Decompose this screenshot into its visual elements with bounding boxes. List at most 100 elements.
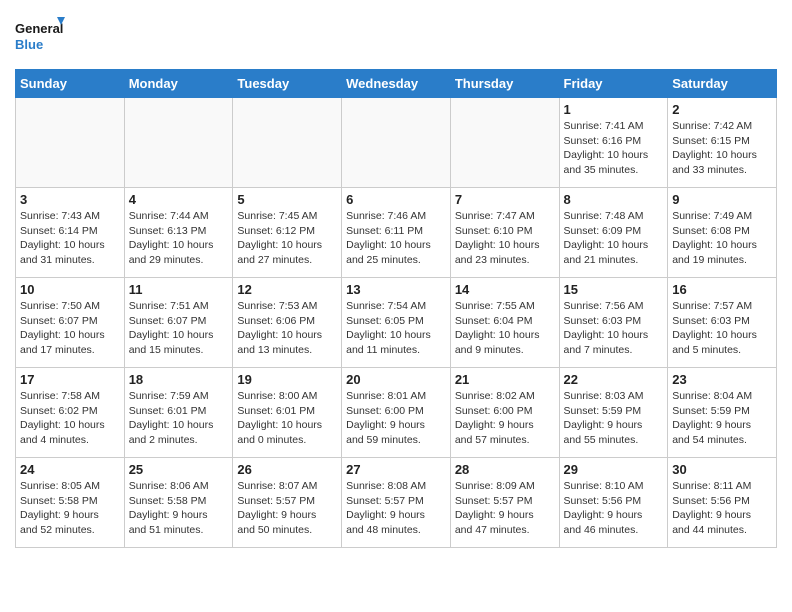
day-info: Sunrise: 8:01 AM Sunset: 6:00 PM Dayligh… <box>346 389 446 448</box>
day-number: 19 <box>237 372 337 387</box>
day-number: 12 <box>237 282 337 297</box>
svg-text:Blue: Blue <box>15 37 43 52</box>
day-cell: 5 Sunrise: 7:45 AM Sunset: 6:12 PM Daylig… <box>233 188 342 278</box>
day-number: 14 <box>455 282 555 297</box>
day-cell: 15 Sunrise: 7:56 AM Sunset: 6:03 PM Dayli… <box>559 278 668 368</box>
day-number: 27 <box>346 462 446 477</box>
day-cell: 26 Sunrise: 8:07 AM Sunset: 5:57 PM Dayli… <box>233 458 342 548</box>
col-header-saturday: Saturday <box>668 70 777 98</box>
day-cell: 25 Sunrise: 8:06 AM Sunset: 5:58 PM Dayli… <box>124 458 233 548</box>
day-number: 20 <box>346 372 446 387</box>
day-cell: 14 Sunrise: 7:55 AM Sunset: 6:04 PM Dayli… <box>450 278 559 368</box>
day-info: Sunrise: 7:49 AM Sunset: 6:08 PM Dayligh… <box>672 209 772 268</box>
day-cell: 11 Sunrise: 7:51 AM Sunset: 6:07 PM Dayli… <box>124 278 233 368</box>
day-cell: 29 Sunrise: 8:10 AM Sunset: 5:56 PM Dayli… <box>559 458 668 548</box>
day-info: Sunrise: 8:00 AM Sunset: 6:01 PM Dayligh… <box>237 389 337 448</box>
day-number: 9 <box>672 192 772 207</box>
day-number: 16 <box>672 282 772 297</box>
day-info: Sunrise: 8:09 AM Sunset: 5:57 PM Dayligh… <box>455 479 555 538</box>
day-number: 18 <box>129 372 229 387</box>
day-cell <box>450 98 559 188</box>
day-number: 28 <box>455 462 555 477</box>
day-number: 13 <box>346 282 446 297</box>
day-cell: 13 Sunrise: 7:54 AM Sunset: 6:05 PM Dayli… <box>342 278 451 368</box>
day-info: Sunrise: 7:48 AM Sunset: 6:09 PM Dayligh… <box>564 209 664 268</box>
day-cell: 3 Sunrise: 7:43 AM Sunset: 6:14 PM Daylig… <box>16 188 125 278</box>
col-header-tuesday: Tuesday <box>233 70 342 98</box>
day-info: Sunrise: 8:10 AM Sunset: 5:56 PM Dayligh… <box>564 479 664 538</box>
svg-text:General: General <box>15 21 63 36</box>
day-cell: 24Sunrise: 8:05 AM Sunset: 5:58 PM Dayli… <box>16 458 125 548</box>
col-header-wednesday: Wednesday <box>342 70 451 98</box>
day-info: Sunrise: 7:43 AM Sunset: 6:14 PM Dayligh… <box>20 209 120 268</box>
day-number: 5 <box>237 192 337 207</box>
day-info: Sunrise: 7:42 AM Sunset: 6:15 PM Dayligh… <box>672 119 772 178</box>
day-cell: 22Sunrise: 8:03 AM Sunset: 5:59 PM Dayli… <box>559 368 668 458</box>
day-info: Sunrise: 7:54 AM Sunset: 6:05 PM Dayligh… <box>346 299 446 358</box>
day-info: Sunrise: 7:57 AM Sunset: 6:03 PM Dayligh… <box>672 299 772 358</box>
day-info: Sunrise: 7:51 AM Sunset: 6:07 PM Dayligh… <box>129 299 229 358</box>
day-cell: 10 Sunrise: 7:50 AM Sunset: 6:07 PM Dayli… <box>16 278 125 368</box>
day-info: Sunrise: 7:50 AM Sunset: 6:07 PM Dayligh… <box>20 299 120 358</box>
day-info: Sunrise: 7:45 AM Sunset: 6:12 PM Dayligh… <box>237 209 337 268</box>
day-cell <box>233 98 342 188</box>
day-number: 25 <box>129 462 229 477</box>
day-cell: 16 Sunrise: 7:57 AM Sunset: 6:03 PM Dayli… <box>668 278 777 368</box>
day-info: Sunrise: 8:03 AM Sunset: 5:59 PM Dayligh… <box>564 389 664 448</box>
day-number: 17 <box>20 372 120 387</box>
day-info: Sunrise: 7:46 AM Sunset: 6:11 PM Dayligh… <box>346 209 446 268</box>
day-cell: 2Sunrise: 7:42 AM Sunset: 6:15 PM Daylig… <box>668 98 777 188</box>
day-cell: 21 Sunrise: 8:02 AM Sunset: 6:00 PM Dayli… <box>450 368 559 458</box>
day-cell: 19 Sunrise: 8:00 AM Sunset: 6:01 PM Dayli… <box>233 368 342 458</box>
day-cell: 8Sunrise: 7:48 AM Sunset: 6:09 PM Daylig… <box>559 188 668 278</box>
col-header-thursday: Thursday <box>450 70 559 98</box>
day-info: Sunrise: 8:05 AM Sunset: 5:58 PM Dayligh… <box>20 479 120 538</box>
day-info: Sunrise: 8:07 AM Sunset: 5:57 PM Dayligh… <box>237 479 337 538</box>
col-header-monday: Monday <box>124 70 233 98</box>
day-number: 10 <box>20 282 120 297</box>
day-cell <box>16 98 125 188</box>
day-cell: 23Sunrise: 8:04 AM Sunset: 5:59 PM Dayli… <box>668 368 777 458</box>
day-number: 3 <box>20 192 120 207</box>
week-row-1: 1Sunrise: 7:41 AM Sunset: 6:16 PM Daylig… <box>16 98 777 188</box>
day-info: Sunrise: 7:58 AM Sunset: 6:02 PM Dayligh… <box>20 389 120 448</box>
day-info: Sunrise: 8:06 AM Sunset: 5:58 PM Dayligh… <box>129 479 229 538</box>
logo-svg: General Blue <box>15 15 65 59</box>
day-info: Sunrise: 7:44 AM Sunset: 6:13 PM Dayligh… <box>129 209 229 268</box>
day-cell: 27 Sunrise: 8:08 AM Sunset: 5:57 PM Dayli… <box>342 458 451 548</box>
day-info: Sunrise: 8:11 AM Sunset: 5:56 PM Dayligh… <box>672 479 772 538</box>
day-cell: 17 Sunrise: 7:58 AM Sunset: 6:02 PM Dayli… <box>16 368 125 458</box>
day-cell: 30Sunrise: 8:11 AM Sunset: 5:56 PM Dayli… <box>668 458 777 548</box>
week-row-3: 10 Sunrise: 7:50 AM Sunset: 6:07 PM Dayli… <box>16 278 777 368</box>
header: General Blue <box>15 15 777 59</box>
calendar-table: SundayMondayTuesdayWednesdayThursdayFrid… <box>15 69 777 548</box>
day-info: Sunrise: 7:55 AM Sunset: 6:04 PM Dayligh… <box>455 299 555 358</box>
day-number: 21 <box>455 372 555 387</box>
day-number: 4 <box>129 192 229 207</box>
day-number: 15 <box>564 282 664 297</box>
day-cell: 28 Sunrise: 8:09 AM Sunset: 5:57 PM Dayli… <box>450 458 559 548</box>
day-number: 26 <box>237 462 337 477</box>
day-number: 7 <box>455 192 555 207</box>
week-row-2: 3 Sunrise: 7:43 AM Sunset: 6:14 PM Daylig… <box>16 188 777 278</box>
day-info: Sunrise: 8:02 AM Sunset: 6:00 PM Dayligh… <box>455 389 555 448</box>
col-header-sunday: Sunday <box>16 70 125 98</box>
day-number: 11 <box>129 282 229 297</box>
day-number: 29 <box>564 462 664 477</box>
day-cell: 4 Sunrise: 7:44 AM Sunset: 6:13 PM Daylig… <box>124 188 233 278</box>
day-cell: 18 Sunrise: 7:59 AM Sunset: 6:01 PM Dayli… <box>124 368 233 458</box>
day-cell: 6 Sunrise: 7:46 AM Sunset: 6:11 PM Daylig… <box>342 188 451 278</box>
day-cell: 7 Sunrise: 7:47 AM Sunset: 6:10 PM Daylig… <box>450 188 559 278</box>
day-info: Sunrise: 7:47 AM Sunset: 6:10 PM Dayligh… <box>455 209 555 268</box>
day-info: Sunrise: 7:56 AM Sunset: 6:03 PM Dayligh… <box>564 299 664 358</box>
day-number: 6 <box>346 192 446 207</box>
day-cell: 1Sunrise: 7:41 AM Sunset: 6:16 PM Daylig… <box>559 98 668 188</box>
day-info: Sunrise: 7:59 AM Sunset: 6:01 PM Dayligh… <box>129 389 229 448</box>
logo: General Blue <box>15 15 65 59</box>
week-row-4: 17 Sunrise: 7:58 AM Sunset: 6:02 PM Dayli… <box>16 368 777 458</box>
day-info: Sunrise: 7:53 AM Sunset: 6:06 PM Dayligh… <box>237 299 337 358</box>
day-cell: 9 Sunrise: 7:49 AM Sunset: 6:08 PM Daylig… <box>668 188 777 278</box>
day-number: 23 <box>672 372 772 387</box>
col-header-friday: Friday <box>559 70 668 98</box>
day-info: Sunrise: 8:08 AM Sunset: 5:57 PM Dayligh… <box>346 479 446 538</box>
